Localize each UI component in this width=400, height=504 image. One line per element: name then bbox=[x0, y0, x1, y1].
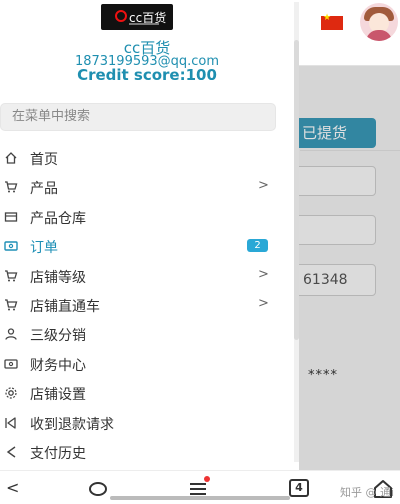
menu-item-label: 订单 bbox=[30, 240, 58, 257]
credit-score: Credit score:100 bbox=[77, 66, 217, 84]
order-icon bbox=[4, 239, 18, 253]
menu-item-label: 店铺直通车 bbox=[30, 298, 100, 315]
menu-item[interactable]: 店铺等级 > bbox=[0, 261, 294, 290]
chevron-right-icon: > bbox=[258, 295, 269, 311]
search-icon[interactable] bbox=[88, 479, 108, 499]
menu-item-label: 产品仓库 bbox=[30, 210, 86, 227]
refund-icon bbox=[4, 416, 18, 430]
back-icon[interactable]: < bbox=[6, 478, 19, 504]
menu-item-label: 财务中心 bbox=[30, 357, 86, 374]
menu-item[interactable]: 财务中心 bbox=[0, 349, 294, 378]
shop-logo: cc百货 bbox=[101, 4, 173, 30]
drawer-scrim[interactable] bbox=[299, 66, 400, 470]
drawer-menu: 首页产品 > 产品仓库订单 2 店铺等级 > 店铺直通车 > 三级分销财务中心店铺设置收到退款请… bbox=[0, 143, 294, 466]
menu-item[interactable]: 三级分销 bbox=[0, 319, 294, 348]
menu-item-label: 店铺等级 bbox=[30, 269, 86, 286]
notification-dot bbox=[204, 476, 210, 482]
menu-item[interactable]: 收到退款请求 bbox=[0, 408, 294, 437]
cart-icon bbox=[4, 298, 18, 312]
chevron-right-icon: > bbox=[258, 266, 269, 282]
menu-item[interactable]: 首页 bbox=[0, 143, 294, 172]
watermark: 知乎 @ 通i bbox=[340, 486, 395, 499]
menu-item-label: 首页 bbox=[30, 152, 58, 168]
menu-item[interactable]: 支付历史 bbox=[0, 437, 294, 466]
menu-search-input[interactable]: 在菜单中搜索 bbox=[0, 103, 276, 131]
menu-item[interactable]: 订单 2 bbox=[0, 231, 294, 260]
cart-icon bbox=[4, 269, 18, 283]
warehouse-icon bbox=[4, 210, 18, 224]
home-icon bbox=[4, 151, 18, 165]
gesture-bar[interactable] bbox=[110, 496, 290, 500]
tabs-count-button[interactable]: 4 bbox=[289, 479, 309, 497]
menu-item-label: 店铺设置 bbox=[30, 387, 86, 404]
scrollbar-thumb[interactable] bbox=[294, 40, 299, 340]
china-flag-icon[interactable] bbox=[321, 13, 343, 30]
logo-mark-icon bbox=[115, 10, 127, 22]
cart-icon bbox=[4, 180, 18, 194]
user-icon bbox=[4, 327, 18, 341]
order-count-badge: 2 bbox=[247, 239, 268, 253]
side-drawer: cc百货 cc百货 1873199593@qq.com Credit score… bbox=[0, 0, 299, 470]
gear-icon bbox=[4, 386, 18, 400]
menu-item[interactable]: 店铺直通车 > bbox=[0, 290, 294, 319]
chevron-right-icon: > bbox=[258, 178, 269, 194]
menu-item-label: 支付历史 bbox=[30, 445, 86, 462]
menu-item-label: 三级分销 bbox=[30, 328, 86, 345]
avatar[interactable] bbox=[360, 3, 398, 41]
history-icon bbox=[4, 445, 18, 459]
menu-item-label: 收到退款请求 bbox=[30, 416, 114, 433]
wallet-icon bbox=[4, 357, 18, 371]
menu-item-label: 产品 bbox=[30, 181, 58, 198]
menu-item[interactable]: 产品仓库 bbox=[0, 202, 294, 231]
menu-item[interactable]: 店铺设置 bbox=[0, 378, 294, 407]
menu-item[interactable]: 产品 > bbox=[0, 172, 294, 201]
